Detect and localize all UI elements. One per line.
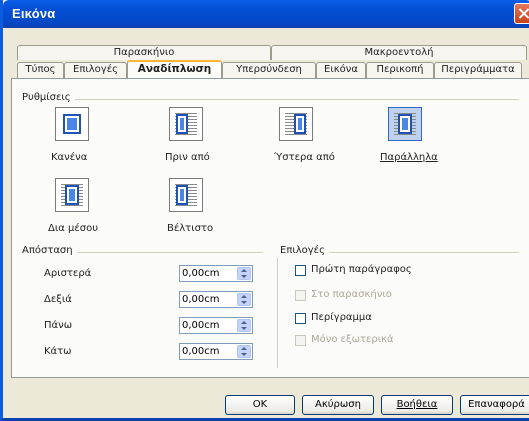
tab-crop[interactable]: Περικοπή: [366, 62, 434, 79]
window-title: Εικόνα: [12, 6, 56, 21]
settings-divider: [23, 99, 519, 100]
ok-button[interactable]: OK: [225, 395, 295, 415]
settings-label: Ρυθμίσεις: [22, 92, 75, 103]
wrap-none-icon[interactable]: [55, 107, 89, 141]
tab-label: Τύπος: [25, 64, 56, 75]
spin-arrows-icon[interactable]: [237, 319, 251, 332]
spacing-top-stepper[interactable]: [179, 317, 253, 334]
cancel-button[interactable]: Ακύρωση: [302, 395, 374, 415]
tab-image[interactable]: Εικόνα: [316, 62, 366, 79]
tab-wrap[interactable]: Αναδίπλωση: [127, 60, 222, 78]
tab-label: Περικοπή: [376, 64, 424, 75]
tab-label: Υπερσύνδεση: [236, 64, 302, 75]
first-paragraph-label: Πρώτη παράγραφος: [311, 264, 412, 275]
tab-label: Εικόνα: [324, 64, 358, 75]
tab-background[interactable]: Παρασκήνιο: [17, 45, 271, 60]
spacing-left-input[interactable]: [182, 267, 234, 280]
spacing-left-stepper[interactable]: [179, 265, 253, 282]
tab-hyperlink[interactable]: Υπερσύνδεση: [222, 62, 316, 79]
wrap-parallel-label: Παράλληλα: [380, 152, 438, 163]
spin-arrows-icon[interactable]: [237, 267, 251, 280]
tab-label: Επιλογές: [73, 64, 118, 75]
spin-arrows-icon[interactable]: [237, 293, 251, 306]
wrap-through-icon[interactable]: [55, 178, 89, 212]
reset-button[interactable]: Επαναφορά: [460, 395, 529, 415]
wrap-through-label: Δια μέσου: [48, 223, 99, 234]
wrap-before-icon[interactable]: [169, 107, 203, 141]
tab-label: Αναδίπλωση: [137, 63, 212, 75]
wrap-optimal-label: Βέλτιστο: [167, 223, 214, 234]
wrap-after-label: Ύστερα από: [274, 152, 335, 163]
title-bar[interactable]: Εικόνα: [3, 0, 529, 28]
outside-only-label: Μόνο εξωτερικά: [311, 334, 394, 345]
spacing-right-input[interactable]: [182, 293, 234, 306]
spacing-bottom-stepper[interactable]: [179, 343, 253, 360]
in-background-checkbox[interactable]: [295, 290, 306, 301]
first-paragraph-checkbox[interactable]: [295, 265, 306, 276]
spacing-bottom-label: Κάτω: [44, 346, 72, 357]
tab-borders[interactable]: Περιγράμματα: [434, 62, 522, 79]
wrap-parallel-icon[interactable]: [388, 107, 422, 141]
wrap-after-icon[interactable]: [279, 107, 313, 141]
contour-label: Περίγραμμα: [311, 312, 372, 323]
tab-type[interactable]: Τύπος: [17, 62, 64, 79]
options-label: Επιλογές: [280, 245, 329, 256]
spacing-label: Απόσταση: [22, 245, 77, 256]
wrap-none-label: Κανένα: [51, 152, 88, 163]
spacing-left-label: Αριστερά: [44, 268, 92, 279]
tab-options[interactable]: Επιλογές: [64, 62, 127, 79]
spacing-bottom-input[interactable]: [182, 345, 234, 358]
help-button[interactable]: Βοήθεια: [381, 395, 453, 415]
options-separator: [277, 258, 278, 368]
spacing-top-input[interactable]: [182, 319, 234, 332]
tab-macro[interactable]: Μακροεντολή: [271, 45, 527, 60]
close-button[interactable]: [514, 3, 529, 24]
contour-checkbox[interactable]: [295, 313, 306, 324]
in-background-label: Στο παρασκήνιο: [311, 289, 392, 300]
tab-label: Παρασκήνιο: [113, 47, 175, 58]
image-dialog: Εικόνα Παρασκήνιο Μακροεντολή Τύπος Επιλ…: [0, 0, 529, 421]
tab-label: Μακροεντολή: [364, 47, 434, 58]
spacing-top-label: Πάνω: [44, 320, 73, 331]
tab-label: Περιγράμματα: [441, 64, 515, 75]
spacing-right-label: Δεξιά: [44, 294, 72, 305]
spin-arrows-icon[interactable]: [237, 345, 251, 358]
wrap-before-label: Πριν από: [165, 152, 210, 163]
wrap-optimal-icon[interactable]: [169, 178, 203, 212]
spacing-right-stepper[interactable]: [179, 291, 253, 308]
outside-only-checkbox[interactable]: [295, 335, 306, 346]
